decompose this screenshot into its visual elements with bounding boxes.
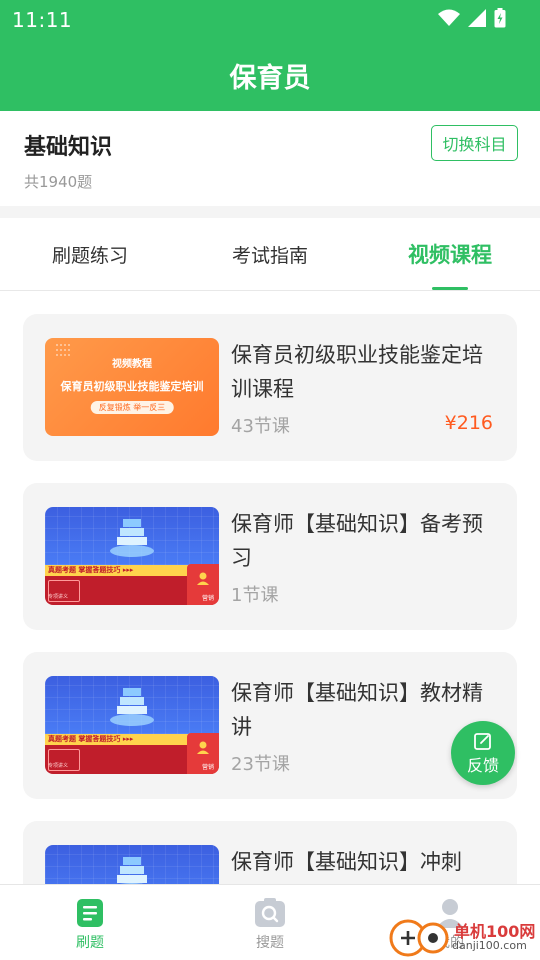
material-label: 专项讲义 [48,594,69,600]
tab-label: 考试指南 [231,244,308,267]
thumb-tag: 视频教程 [112,359,152,370]
lesson-count: 23节课 [231,754,290,775]
teacher-icon [197,572,209,585]
thumb-slogan: 反复锻炼 举一反三 [90,401,174,414]
course-list[interactable]: 视频教程 保育员初级职业技能鉴定培训 反复锻炼 举一反三 保育员初级职业技能鉴定… [0,291,540,884]
wifi-icon [438,9,460,26]
status-bar: 11:11 [0,0,540,36]
tab-video-courses[interactable]: 视频课程 [360,218,540,290]
course-price: ¥216 [444,412,493,434]
teacher-label: 营销 [201,764,214,771]
lesson-count: 43节课 [231,416,290,437]
course-card[interactable]: 真题考题 掌握答题技巧 ▸▸▸ 专项讲义 营销 保育师【基础知识】教材精讲 23… [23,652,517,799]
page-title: 保育员 [229,63,311,94]
subject-panel: 基础知识 共1940题 切换科目 [0,111,540,206]
nav-practice[interactable]: 刷题 [0,885,180,960]
search-icon [255,898,285,927]
nav-label: 搜题 [256,935,284,951]
course-thumbnail [45,845,219,884]
tab-exam-guide[interactable]: 考试指南 [180,218,360,290]
course-thumbnail: 真题考题 掌握答题技巧 ▸▸▸ 专项讲义 营销 [45,676,219,774]
app-header: 11:11 保育员 [0,0,540,111]
tab-bar: 刷题练习 考试指南 视频课程 [0,218,540,291]
status-icons [438,8,506,28]
status-time: 11:11 [12,8,73,32]
signal-icon [468,9,486,27]
active-tab-indicator [432,287,468,290]
course-card[interactable]: 真题考题 掌握答题技巧 ▸▸▸ 专项讲义 营销 保育师【基础知识】备考预习 1节… [23,483,517,630]
book-stack-icon [110,519,154,557]
book-stack-icon [110,688,154,726]
nav-search[interactable]: 搜题 [180,885,360,960]
course-title: 保育师【基础知识】备考预习 [231,512,483,570]
course-card[interactable]: 视频教程 保育员初级职业技能鉴定培训 反复锻炼 举一反三 保育员初级职业技能鉴定… [23,314,517,461]
edit-icon [474,732,491,750]
tab-label: 刷题练习 [51,244,128,267]
battery-icon [494,8,506,28]
lesson-count: 1节课 [231,585,279,606]
feedback-button[interactable]: 反馈 [451,721,515,785]
course-thumbnail: 视频教程 保育员初级职业技能鉴定培训 反复锻炼 举一反三 [45,338,219,436]
app-screen: 11:11 保育员 基础知识 共1940题 切换科目 刷题练习 考试指南 视频课… [0,0,540,960]
promo-text: 真题考题 掌握答题技巧 ▸▸▸ [48,566,134,574]
course-title: 保育员初级职业技能鉴定培训课程 [231,343,483,401]
material-label: 专项讲义 [48,763,69,769]
switch-subject-button[interactable]: 切换科目 [431,125,518,161]
document-icon [77,899,103,927]
question-count: 共1940题 [24,173,93,191]
thumb-title: 保育员初级职业技能鉴定培训 [60,380,204,393]
course-title: 保育师【基础知识】冲刺 [231,850,462,874]
subject-name: 基础知识 [24,135,113,160]
tab-label: 视频课程 [408,243,492,267]
nav-label: 刷题 [76,935,104,951]
course-thumbnail: 真题考题 掌握答题技巧 ▸▸▸ 专项讲义 营销 [45,507,219,605]
book-stack-icon [117,857,147,884]
teacher-icon [197,741,209,754]
watermark: 单机100网 danji100.com [388,916,538,960]
teacher-label: 营销 [201,595,214,602]
course-card[interactable]: 保育师【基础知识】冲刺 [23,821,517,884]
feedback-label: 反馈 [466,755,499,775]
section-divider [0,206,540,218]
tab-practice[interactable]: 刷题练习 [0,218,180,290]
watermark-url: danji100.com [452,939,527,952]
promo-text: 真题考题 掌握答题技巧 ▸▸▸ [48,735,134,743]
watermark-logo-icon [389,919,449,957]
